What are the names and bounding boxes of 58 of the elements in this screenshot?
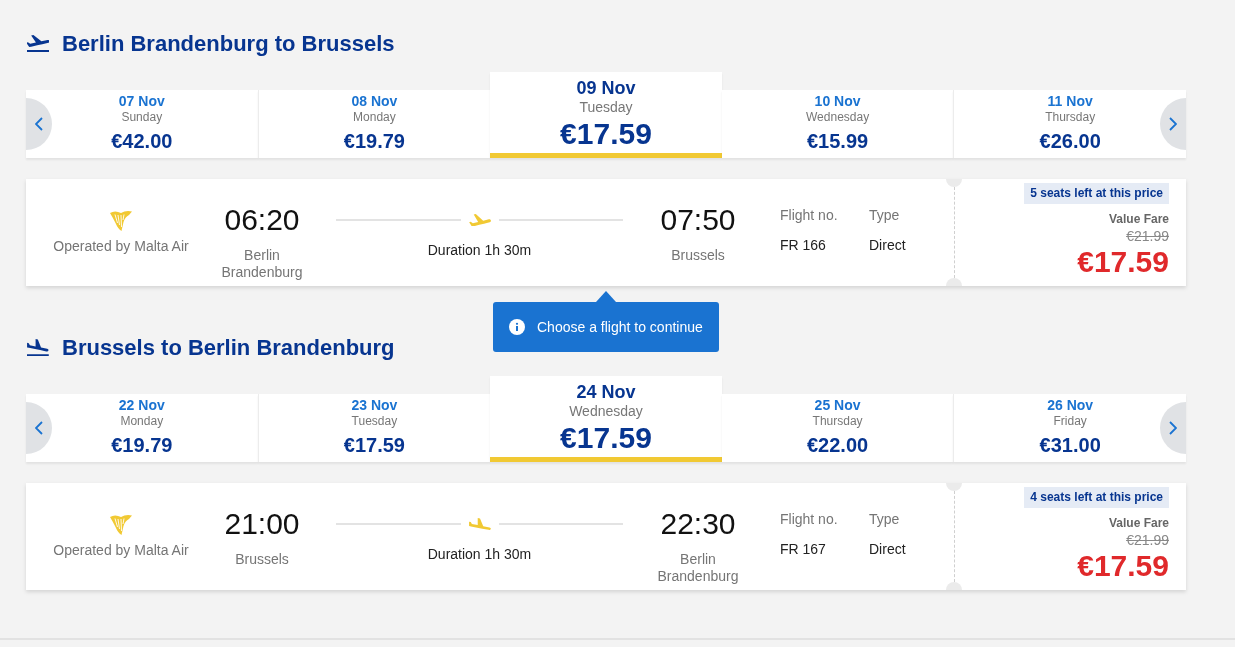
arrival-time: 07:50 xyxy=(660,202,736,238)
ticket-notch-icon xyxy=(946,483,962,491)
chevron-left-icon xyxy=(35,421,43,435)
origin-city: Berlin Brandenburg xyxy=(220,247,304,281)
ticket-notch-icon xyxy=(946,278,962,286)
date-tab[interactable]: 08 Nov Monday €19.79 xyxy=(257,90,491,158)
flight-number-label: Flight no. xyxy=(780,207,839,224)
plane-icon xyxy=(468,214,491,226)
date-tab[interactable]: 07 Nov Sunday €42.00 xyxy=(26,90,258,158)
ticket-notch-icon xyxy=(946,582,962,590)
route-heading: Berlin Brandenburg to Brussels xyxy=(62,30,395,58)
fare-price: €17.59 xyxy=(1077,244,1169,280)
fare-name: Value Fare xyxy=(1108,516,1169,531)
flight-number-label: Flight no. xyxy=(780,511,839,528)
route-heading: Brussels to Berlin Brandenburg xyxy=(62,334,395,362)
operator-text: Operated by Malta Air xyxy=(53,238,189,255)
flight-type-label: Type xyxy=(869,511,901,528)
flight-type-label: Type xyxy=(869,207,901,224)
ticket-notch-icon xyxy=(946,179,962,187)
arrival-time: 22:30 xyxy=(660,506,736,542)
fare-name: Value Fare xyxy=(1108,212,1169,227)
date-tab[interactable]: 11 Nov Thursday €26.00 xyxy=(953,90,1186,158)
chevron-right-icon xyxy=(1169,421,1177,435)
date-tab[interactable]: 22 Nov Monday €19.79 xyxy=(26,394,258,462)
flight-card[interactable]: Operated by Malta Air 06:20 Berlin Brandenburg Duration 1h 30m 07:50 Brussels Flight no. FR 166 Type Direct 5 seats left at this price Value Fare €21.99 €17.59 xyxy=(26,179,1186,286)
duration-text: Duration 1h 30m xyxy=(427,546,532,563)
seats-left-badge: 5 seats left at this price xyxy=(1024,183,1169,204)
destination-city: Brussels xyxy=(671,247,725,264)
flight-card[interactable]: Operated by Malta Air 21:00 Brussels Duration 1h 30m 22:30 Berlin Brandenburg Flight no. FR 167 Type Direct 4 seats left at this price Value Fare €21.99 €17.59 xyxy=(26,483,1186,590)
old-price: €21.99 xyxy=(1126,532,1169,549)
departure-time: 21:00 xyxy=(224,506,300,542)
harp-logo-icon xyxy=(109,210,133,232)
origin-city: Brussels xyxy=(235,551,289,568)
date-tab[interactable]: 25 Nov Thursday €22.00 xyxy=(721,394,954,462)
plane-takeoff-icon xyxy=(27,35,49,52)
old-price: €21.99 xyxy=(1126,228,1169,245)
plane-landing-icon xyxy=(27,339,49,356)
flight-type: Direct xyxy=(869,541,907,558)
operator-text: Operated by Malta Air xyxy=(53,542,189,559)
date-tab[interactable]: 10 Nov Wednesday €15.99 xyxy=(721,90,954,158)
date-tab[interactable]: 09 Nov Tuesday €17.59 xyxy=(490,72,722,158)
flight-number: FR 166 xyxy=(780,237,827,254)
seats-left-badge: 4 seats left at this price xyxy=(1024,487,1169,508)
duration-text: Duration 1h 30m xyxy=(427,242,532,259)
date-tab[interactable]: 24 Nov Wednesday €17.59 xyxy=(490,376,722,462)
tooltip-text: Choose a flight to continue xyxy=(537,318,703,336)
fare-price: €17.59 xyxy=(1077,548,1169,584)
plane-icon xyxy=(468,518,491,530)
chevron-right-icon xyxy=(1169,117,1177,131)
departure-time: 06:20 xyxy=(224,202,300,238)
date-tab[interactable]: 23 Nov Tuesday €17.59 xyxy=(257,394,491,462)
date-tab[interactable]: 26 Nov Friday €31.00 xyxy=(953,394,1186,462)
info-icon xyxy=(509,319,525,335)
flight-number: FR 167 xyxy=(780,541,827,558)
destination-city: Berlin Brandenburg xyxy=(656,551,740,585)
flight-type: Direct xyxy=(869,237,907,254)
chevron-left-icon xyxy=(35,117,43,131)
harp-logo-icon xyxy=(109,514,133,536)
